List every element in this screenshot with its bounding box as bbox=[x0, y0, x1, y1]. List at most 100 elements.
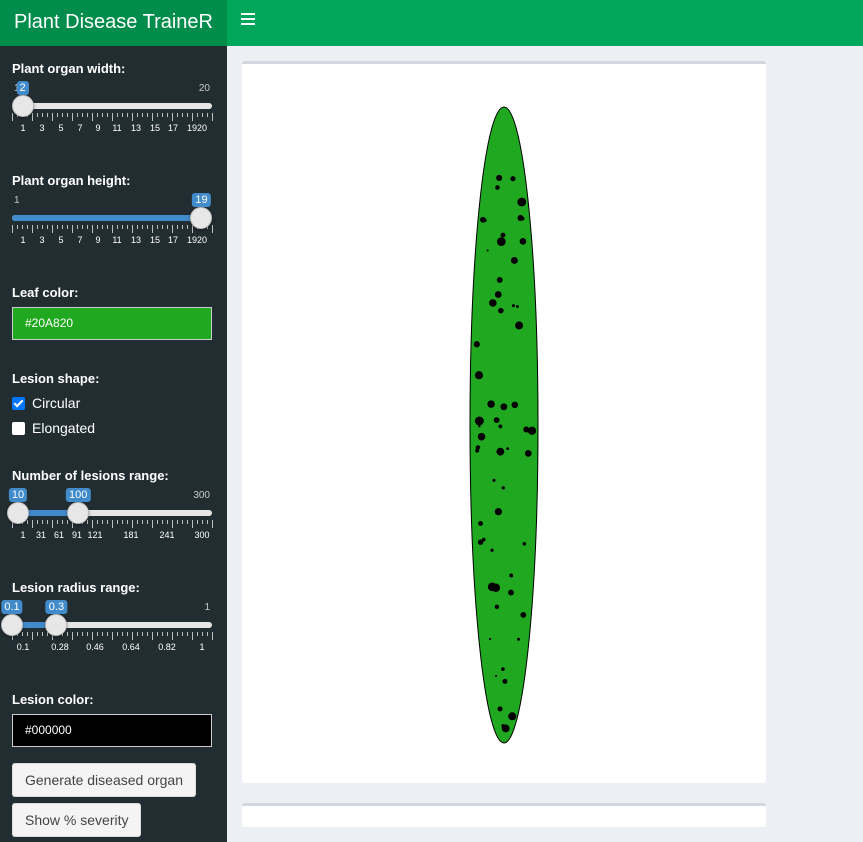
slider-tick bbox=[197, 113, 198, 117]
slider-tick-label: 17 bbox=[167, 123, 179, 133]
slider-tick bbox=[32, 520, 33, 528]
slider-tick bbox=[167, 632, 168, 636]
slider-tick bbox=[37, 113, 38, 117]
slider-max-label: 1 bbox=[204, 602, 210, 613]
slider-tick bbox=[142, 113, 143, 117]
slider-tick bbox=[72, 225, 73, 233]
slider-tick bbox=[122, 632, 123, 636]
slider-tick bbox=[187, 113, 188, 117]
lesion-spot bbox=[497, 706, 503, 712]
slider-tick-label: 9 bbox=[95, 235, 101, 245]
lesion-spot bbox=[483, 218, 487, 223]
checkbox-elongated[interactable]: Elongated bbox=[12, 420, 95, 436]
slider-tick-label: 1 bbox=[20, 235, 26, 245]
slider-tick bbox=[207, 520, 208, 524]
checkbox-elongated-label: Elongated bbox=[32, 420, 96, 436]
slider-tick bbox=[167, 520, 168, 524]
slider-fill bbox=[12, 215, 202, 221]
organ-height-slider[interactable]: 1 1 3 5 7 9 11 13 15 17 1920 19 bbox=[12, 193, 213, 255]
slider-tick bbox=[167, 113, 168, 117]
slider-tick bbox=[57, 520, 58, 524]
lesion-spot bbox=[473, 341, 480, 348]
slider-low-handle[interactable] bbox=[1, 614, 23, 636]
lesion-color-label: Lesion color: bbox=[12, 692, 94, 707]
slider-track[interactable] bbox=[12, 103, 212, 109]
lesion-spot bbox=[511, 401, 519, 409]
lesion-spot bbox=[515, 305, 519, 309]
lesion-spot bbox=[486, 249, 489, 252]
checkbox-circular-label: Circular bbox=[32, 395, 81, 411]
slider-tick bbox=[22, 632, 23, 636]
lesion-spot bbox=[510, 176, 516, 182]
slider-tick bbox=[132, 520, 133, 528]
slider-tick-label: 15 bbox=[149, 123, 161, 133]
slider-tick bbox=[117, 632, 118, 636]
slider-tick bbox=[17, 225, 18, 229]
slider-tick bbox=[87, 113, 88, 117]
slider-high-handle[interactable] bbox=[45, 614, 68, 636]
slider-tick-label: 121 bbox=[87, 530, 103, 540]
slider-low-handle[interactable] bbox=[7, 502, 30, 524]
slider-tick bbox=[27, 632, 28, 636]
slider-tick bbox=[97, 113, 98, 117]
slider-tick bbox=[187, 520, 188, 524]
lesion-spot bbox=[519, 238, 527, 245]
slider-handle[interactable] bbox=[11, 95, 34, 117]
slider-tick bbox=[62, 225, 63, 229]
hamburger-icon[interactable] bbox=[241, 13, 255, 27]
slider-value-bubble: 2 bbox=[16, 81, 29, 95]
slider-tick-label: 5 bbox=[58, 123, 64, 133]
lesion-spot bbox=[522, 541, 527, 546]
slider-tick bbox=[162, 113, 163, 117]
show-severity-button[interactable]: Show % severity bbox=[12, 803, 142, 837]
slider-tick bbox=[137, 632, 138, 636]
lesion-spot bbox=[516, 637, 521, 641]
slider-tick bbox=[67, 225, 68, 229]
slider-tick bbox=[142, 520, 143, 524]
slider-tick bbox=[12, 113, 13, 121]
slider-tick-label: 0.82 bbox=[158, 642, 176, 652]
slider-handle[interactable] bbox=[190, 207, 213, 229]
slider-tick bbox=[87, 520, 88, 524]
slider-value-bubble: 10 bbox=[8, 488, 28, 502]
slider-tick bbox=[112, 632, 113, 640]
lesion-spot bbox=[491, 583, 501, 593]
lesion-spot bbox=[487, 400, 495, 408]
checkbox-circular[interactable]: Circular bbox=[12, 395, 80, 411]
slider-tick bbox=[172, 632, 173, 640]
slider-tick-label: 0.28 bbox=[51, 642, 69, 652]
lesion-spot bbox=[520, 216, 525, 221]
slider-tick bbox=[187, 632, 188, 636]
leaf-color-input[interactable]: #20A820 bbox=[12, 307, 212, 340]
lesion-spot bbox=[494, 508, 503, 516]
slider-tick bbox=[187, 225, 188, 229]
slider-tick bbox=[147, 632, 148, 636]
slider-tick bbox=[57, 225, 58, 229]
slider-tick bbox=[172, 520, 173, 528]
slider-tick-label: 11 bbox=[112, 235, 122, 245]
slider-high-handle[interactable] bbox=[67, 502, 90, 524]
slider-tick bbox=[177, 520, 178, 524]
slider-tick bbox=[152, 225, 153, 233]
slider-ticks bbox=[12, 632, 213, 640]
organ-width-slider[interactable]: 120135791113151719202 bbox=[11, 81, 213, 143]
lesion-spot bbox=[515, 321, 524, 330]
generate-organ-button[interactable]: Generate diseased organ bbox=[12, 763, 196, 797]
slider-tick bbox=[82, 113, 83, 117]
checkbox-elongated-box[interactable] bbox=[12, 421, 25, 435]
num-lesions-slider[interactable]: 300 1 31 61 91 121 181 241 300 10 100 bbox=[7, 488, 213, 550]
slider-tick bbox=[162, 520, 163, 524]
slider-tick bbox=[107, 225, 108, 229]
slider-tick bbox=[192, 520, 193, 528]
lesion-radius-slider[interactable]: 1 0.1 0.28 0.46 0.64 0.82 1 0.1 0.3 bbox=[1, 600, 213, 662]
checkbox-circular-box[interactable] bbox=[12, 396, 25, 410]
slider-tick-label: 300 bbox=[194, 530, 210, 540]
lesion-spot bbox=[493, 417, 500, 424]
lesion-spot bbox=[478, 521, 483, 526]
slider-tick bbox=[107, 113, 108, 117]
lesion-color-input[interactable]: #000000 bbox=[12, 714, 212, 747]
slider-ticks bbox=[12, 225, 213, 233]
lesion-spot bbox=[501, 667, 505, 671]
slider-tick bbox=[22, 225, 23, 229]
slider-tick bbox=[92, 632, 93, 640]
